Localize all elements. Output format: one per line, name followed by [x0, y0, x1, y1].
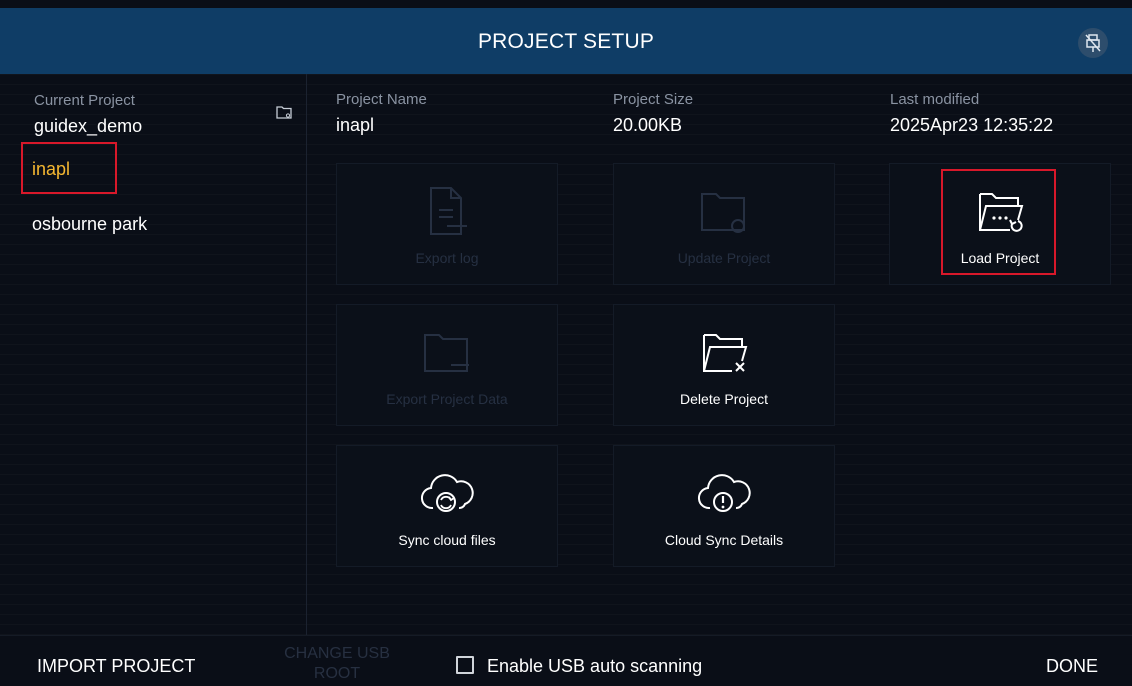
project-name-value: inapl: [336, 115, 375, 135]
cloud-sync-icon: [337, 468, 557, 518]
project-item-inapl[interactable]: inapl: [32, 159, 70, 180]
export-log-button[interactable]: Export log: [336, 163, 558, 285]
cloud-sync-details-label: Cloud Sync Details: [664, 532, 784, 548]
page-title: PROJECT SETUP: [477, 30, 655, 53]
current-project-label: Current Project: [34, 92, 135, 109]
project-size-value: 20.00KB: [613, 115, 683, 135]
change-usb-root-line1: CHANGE USB: [284, 645, 390, 662]
update-project-label: Update Project: [677, 250, 771, 266]
export-project-data-button[interactable]: Export Project Data: [336, 304, 558, 426]
cloud-alert-icon: [614, 468, 834, 518]
done-button[interactable]: DONE: [1046, 656, 1098, 677]
document-export-icon: [337, 186, 557, 236]
last-modified-label: Last modified: [890, 91, 980, 108]
update-project-button[interactable]: Update Project: [613, 163, 835, 285]
last-modified-value: 2025Apr23 12:35:22: [890, 115, 1054, 135]
current-project-value: guidex_demo: [34, 116, 143, 136]
cloud-sync-details-button[interactable]: Cloud Sync Details: [613, 445, 835, 567]
sync-cloud-files-button[interactable]: Sync cloud files: [336, 445, 558, 567]
project-name-label: Project Name: [336, 91, 427, 108]
delete-project-label: Delete Project: [680, 391, 768, 407]
import-project-button[interactable]: IMPORT PROJECT: [37, 656, 195, 677]
project-size-label: Project Size: [613, 91, 694, 108]
load-project-highlight: [941, 169, 1056, 275]
folder-export-icon: [337, 327, 557, 377]
folder-icon[interactable]: [276, 105, 292, 124]
folder-update-icon: [614, 186, 834, 236]
change-usb-root-line2: ROOT: [313, 665, 361, 682]
sync-cloud-files-label: Sync cloud files: [398, 532, 496, 548]
header-bar: PROJECT SETUP: [0, 8, 1132, 74]
project-item-osbourne-park[interactable]: osbourne park: [32, 214, 147, 235]
export-log-label: Export log: [415, 250, 479, 266]
change-usb-root-button[interactable]: CHANGE USB ROOT: [270, 644, 404, 684]
export-project-data-label: Export Project Data: [386, 391, 508, 407]
delete-project-button[interactable]: Delete Project: [613, 304, 835, 426]
usb-auto-scan-label[interactable]: Enable USB auto scanning: [487, 656, 702, 677]
folder-delete-icon: [614, 327, 834, 377]
usb-off-icon[interactable]: [1078, 28, 1108, 58]
usb-auto-scan-checkbox[interactable]: [456, 656, 474, 674]
